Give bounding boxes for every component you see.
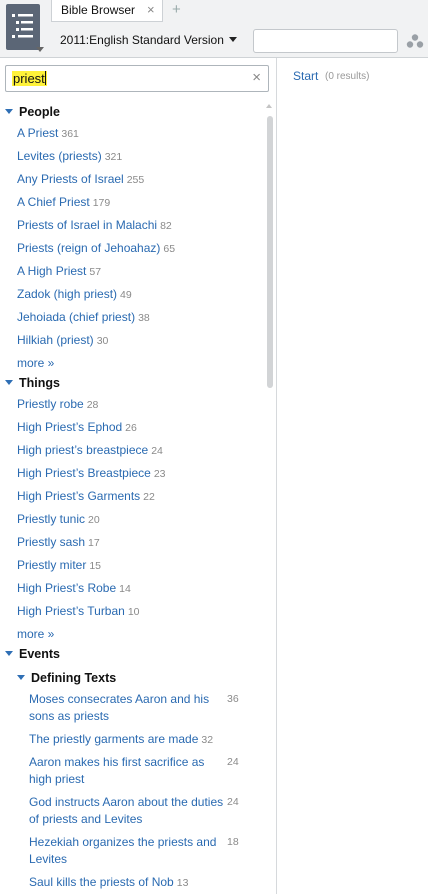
subsection-defining-texts[interactable]: Defining Texts — [17, 671, 116, 685]
search-value: priest — [12, 71, 47, 86]
list-item[interactable]: Priestly sash 17 — [17, 535, 100, 549]
result-count: (0 results) — [325, 71, 370, 82]
triangle-down-icon — [5, 380, 13, 385]
list-item[interactable]: High priest’s breastpiece 24 — [17, 443, 163, 457]
event-item[interactable]: Moses consecrates Aaron and his sons as … — [29, 691, 225, 725]
tab-title: Bible Browser — [61, 3, 136, 17]
event-count: 18 — [227, 836, 239, 848]
event-item[interactable]: God instructs Aaron about the duties of … — [29, 794, 225, 828]
list-item[interactable]: Priests of Israel in Malachi 82 — [17, 218, 172, 232]
list-item[interactable]: A Priest 361 — [17, 126, 79, 140]
event-count: 36 — [227, 693, 239, 705]
event-item[interactable]: Aaron makes his first sacrifice as high … — [29, 754, 225, 788]
list-item[interactable]: Priestly tunic 20 — [17, 512, 100, 526]
list-item[interactable]: Zadok (high priest) 49 — [17, 287, 132, 301]
list-item[interactable]: High Priest’s Turban 10 — [17, 604, 140, 618]
event-item[interactable]: The priestly garments are made 32 — [29, 731, 225, 749]
triangle-down-icon — [17, 675, 25, 680]
menu-caret-icon[interactable] — [36, 47, 44, 52]
facet-panel: priest × People A Priest 361 Levites (pri… — [0, 58, 277, 894]
version-label: 2011:English Standard Version — [60, 33, 224, 47]
scroll-up-arrow[interactable] — [266, 104, 272, 108]
list-item[interactable]: High Priest’s Ephod 26 — [17, 420, 137, 434]
close-icon[interactable]: × — [252, 69, 261, 86]
list-item[interactable]: Any Priests of Israel 255 — [17, 172, 144, 186]
version-dropdown[interactable]: 2011:English Standard Version — [60, 33, 237, 47]
more-link-things[interactable]: more » — [17, 627, 54, 641]
panel-menu-icon[interactable] — [6, 4, 40, 50]
toolbar: Bible Browser × + 2011:English Standard … — [0, 0, 428, 58]
list-item[interactable]: High Priest’s Robe 14 — [17, 581, 131, 595]
list-item[interactable]: High Priest’s Garments 22 — [17, 489, 155, 503]
triangle-down-icon — [5, 651, 13, 656]
list-item[interactable]: Priestly robe 28 — [17, 397, 98, 411]
list-item[interactable]: A High Priest 57 — [17, 264, 101, 278]
cluster-icon[interactable] — [406, 34, 424, 48]
list-item[interactable]: High Priest’s Breastpiece 23 — [17, 466, 166, 480]
more-link-people[interactable]: more » — [17, 356, 54, 370]
list-item[interactable]: Hilkiah (priest) 30 — [17, 333, 108, 347]
section-events[interactable]: Events — [5, 647, 60, 661]
caret-down-icon — [228, 37, 237, 42]
list-item[interactable]: Priestly miter 15 — [17, 558, 101, 572]
event-item[interactable]: Hezekiah organizes the priests and Levit… — [29, 834, 225, 868]
list-item[interactable]: A Chief Priest 179 — [17, 195, 110, 209]
start-link[interactable]: Start — [293, 69, 318, 83]
event-count: 24 — [227, 756, 239, 768]
close-icon[interactable]: × — [147, 2, 155, 17]
list-item[interactable]: Jehoiada (chief priest) 38 — [17, 310, 150, 324]
section-things[interactable]: Things — [5, 376, 60, 390]
scrollbar-thumb[interactable] — [267, 116, 273, 388]
reference-input[interactable] — [253, 29, 398, 53]
tab-bible-browser[interactable]: Bible Browser × — [51, 0, 163, 22]
event-count: 24 — [227, 796, 239, 808]
results-pane: Start (0 results) — [278, 58, 428, 894]
section-people[interactable]: People — [5, 105, 60, 119]
list-item[interactable]: Levites (priests) 321 — [17, 149, 122, 163]
triangle-down-icon — [5, 109, 13, 114]
search-input[interactable]: priest × — [5, 65, 269, 92]
plus-icon[interactable]: + — [172, 1, 181, 18]
list-item[interactable]: Priests (reign of Jehoahaz) 65 — [17, 241, 175, 255]
event-item[interactable]: Saul kills the priests of Nob 13 — [29, 874, 225, 892]
